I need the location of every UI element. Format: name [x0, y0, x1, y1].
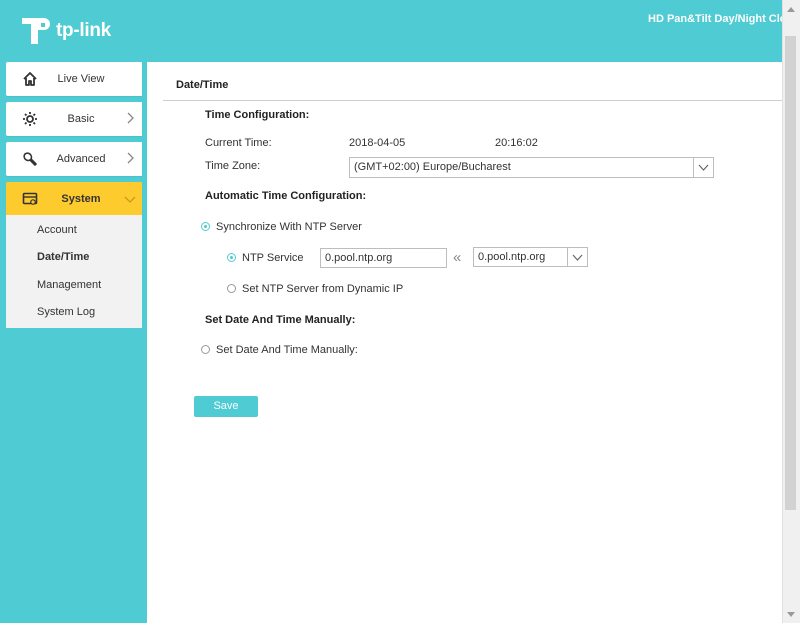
manual-time-radio[interactable]: [201, 345, 210, 354]
sidebar-item-basic[interactable]: Basic: [6, 102, 142, 136]
ntp-service-input[interactable]: [320, 248, 447, 268]
dynamic-ip-radio[interactable]: [227, 284, 236, 293]
sync-ntp-radio[interactable]: [201, 222, 210, 231]
chevron-down-icon: [124, 196, 136, 203]
tp-link-logo[interactable]: tp-link: [18, 13, 111, 49]
header-bar: tp-link HD Pan&Tilt Day/Night Clou: [0, 0, 782, 62]
copy-arrow-icon[interactable]: «: [453, 249, 461, 266]
chevron-down-icon: [567, 248, 587, 266]
submenu-item-date-time[interactable]: Date/Time: [37, 251, 89, 263]
time-config-heading: Time Configuration:: [205, 109, 310, 121]
ntp-server-select-value: 0.pool.ntp.org: [478, 251, 546, 263]
logo-text: tp-link: [56, 20, 111, 41]
page-title: Date/Time: [176, 79, 229, 91]
time-zone-label: Time Zone:: [205, 160, 261, 172]
auto-time-config-heading: Automatic Time Configuration:: [205, 190, 367, 202]
time-zone-select[interactable]: (GMT+02:00) Europe/Bucharest: [349, 157, 714, 178]
manual-config-heading: Set Date And Time Manually:: [205, 314, 356, 326]
scroll-down-icon[interactable]: [783, 605, 799, 623]
ntp-service-radio[interactable]: [227, 253, 236, 262]
title-divider: [163, 100, 782, 101]
save-button[interactable]: Save: [194, 396, 258, 417]
chevron-down-icon: [693, 158, 713, 177]
chevron-right-icon: [127, 112, 134, 124]
product-name: HD Pan&Tilt Day/Night Clou: [648, 13, 782, 25]
current-time-value: 20:16:02: [495, 137, 538, 149]
sidebar-item-advanced[interactable]: Advanced: [6, 142, 142, 176]
system-submenu: Account Date/Time Management System Log: [6, 215, 142, 328]
sidebar-item-label: Live View: [57, 73, 105, 85]
chevron-right-icon: [127, 152, 134, 164]
submenu-item-system-log[interactable]: System Log: [37, 306, 95, 318]
time-zone-value: (GMT+02:00) Europe/Bucharest: [354, 161, 511, 173]
submenu-item-management[interactable]: Management: [37, 279, 101, 291]
current-time-label: Current Time:: [205, 137, 272, 149]
sidebar: Live View Basic Advanced System Account …: [0, 62, 147, 623]
scrollbar-thumb[interactable]: [785, 36, 796, 510]
sidebar-item-system[interactable]: System: [6, 182, 142, 216]
ntp-service-label: NTP Service: [242, 252, 304, 264]
manual-time-label: Set Date And Time Manually:: [216, 344, 358, 356]
ntp-server-select[interactable]: 0.pool.ntp.org: [473, 247, 588, 267]
tp-link-logo-icon: [22, 18, 50, 44]
dynamic-ip-label: Set NTP Server from Dynamic IP: [242, 283, 404, 295]
scroll-up-icon[interactable]: [783, 0, 799, 18]
current-date-value: 2018-04-05: [349, 137, 406, 149]
sidebar-item-live-view[interactable]: Live View: [6, 62, 142, 96]
submenu-item-account[interactable]: Account: [37, 224, 77, 236]
sync-ntp-label: Synchronize With NTP Server: [216, 221, 362, 233]
